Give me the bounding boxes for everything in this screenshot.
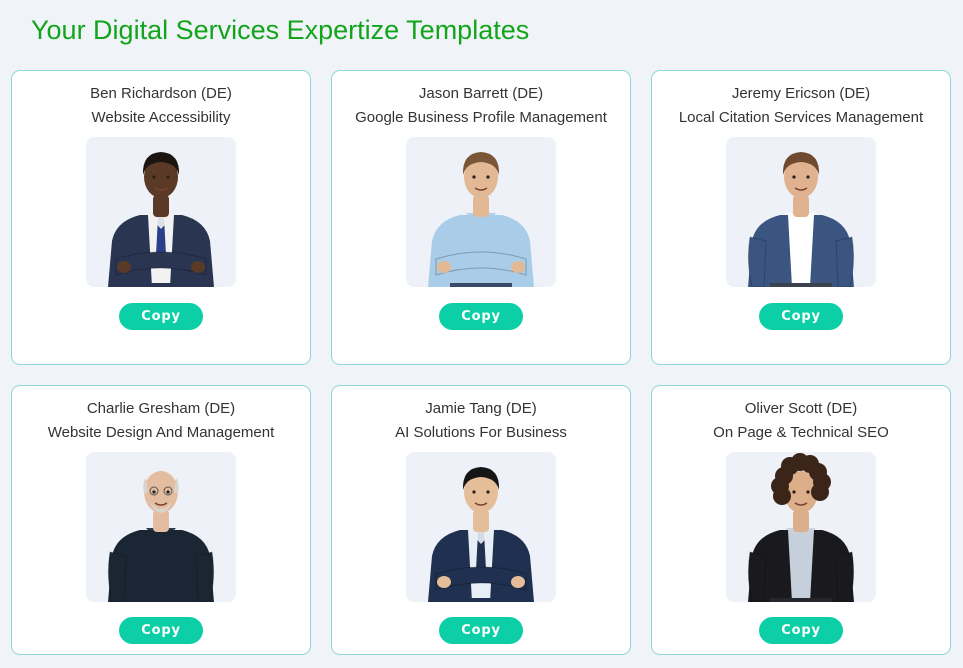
template-card: Jeremy Ericson (DE) Local Citation Servi… xyxy=(651,70,951,365)
page-title: Your Digital Services Expertize Template… xyxy=(31,15,530,45)
card-service: Local Citation Services Management xyxy=(678,109,924,126)
portrait-illustration xyxy=(428,467,534,602)
card-name: Ben Richardson (DE) xyxy=(90,85,232,102)
template-card: Jamie Tang (DE) AI Solutions For Busines… xyxy=(331,385,631,655)
card-service: On Page & Technical SEO xyxy=(713,424,889,441)
portrait-illustration xyxy=(747,152,855,287)
template-card: Jason Barrett (DE) Google Business Profi… xyxy=(331,70,631,365)
template-card: Ben Richardson (DE) Website Accessibilit… xyxy=(11,70,311,365)
avatar xyxy=(406,452,556,602)
avatar xyxy=(86,452,236,602)
card-service: Website Design And Management xyxy=(47,424,275,441)
copy-button[interactable]: Copy xyxy=(759,303,843,330)
card-name: Jeremy Ericson (DE) xyxy=(731,85,871,102)
card-name: Charlie Gresham (DE) xyxy=(86,400,236,417)
portrait-illustration xyxy=(747,453,855,602)
template-card: Oliver Scott (DE) On Page & Technical SE… xyxy=(651,385,951,655)
template-card: Charlie Gresham (DE) Website Design And … xyxy=(11,385,311,655)
avatar xyxy=(726,137,876,287)
card-service: Website Accessibility xyxy=(91,109,231,126)
card-name: Oliver Scott (DE) xyxy=(744,400,858,417)
portrait-illustration xyxy=(108,152,214,287)
card-name: Jamie Tang (DE) xyxy=(425,400,537,417)
avatar xyxy=(86,137,236,287)
template-grid: Ben Richardson (DE) Website Accessibilit… xyxy=(11,70,951,655)
copy-button[interactable]: Copy xyxy=(439,303,523,330)
card-service: Google Business Profile Management xyxy=(355,109,607,126)
avatar xyxy=(726,452,876,602)
portrait-illustration xyxy=(107,471,215,602)
copy-button[interactable]: Copy xyxy=(119,303,203,330)
copy-button[interactable]: Copy xyxy=(119,617,203,644)
portrait-illustration xyxy=(428,152,534,287)
avatar xyxy=(406,137,556,287)
card-service: AI Solutions For Business xyxy=(395,424,567,441)
copy-button[interactable]: Copy xyxy=(439,617,523,644)
card-name: Jason Barrett (DE) xyxy=(418,85,544,102)
copy-button[interactable]: Copy xyxy=(759,617,843,644)
